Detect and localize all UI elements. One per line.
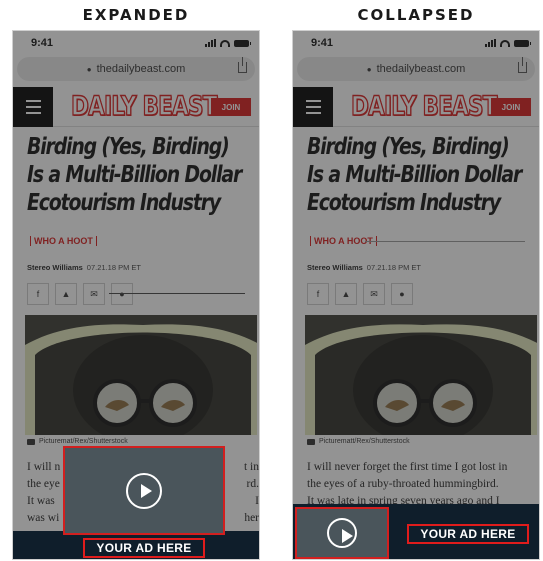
photo-caption: Picturematt/Rex/Shutterstock — [307, 438, 410, 445]
article-photo — [25, 315, 257, 435]
hummingbird-engraving-image — [305, 315, 537, 435]
phone-collapsed: 9:41 ● thedailybeast.com DAILY BEAST JOI… — [292, 30, 540, 560]
byline: Stereo Williams 07.21.18 PM ET — [27, 263, 141, 272]
reddit-icon[interactable]: ● — [111, 283, 133, 305]
url-text: thedailybeast.com — [376, 63, 466, 75]
lock-icon: ● — [366, 64, 372, 74]
publish-date: 07.21.18 PM ET — [86, 263, 141, 272]
signal-icon — [205, 39, 216, 47]
battery-icon — [234, 39, 251, 47]
publish-date: 07.21.18 PM ET — [366, 263, 421, 272]
battery-icon — [514, 39, 531, 47]
article-photo — [305, 315, 537, 435]
status-time: 9:41 — [31, 37, 54, 49]
status-bar: 9:41 — [13, 31, 259, 55]
join-button[interactable]: JOIN — [211, 98, 251, 116]
phone-expanded: 9:41 ● thedailybeast.com DAILY BEAST JOI… — [12, 30, 260, 560]
share-icon[interactable] — [238, 57, 247, 73]
hamburger-icon[interactable] — [293, 87, 333, 127]
facebook-icon[interactable]: f — [307, 283, 329, 305]
photo-caption: Picturemat/Rex/Shutterstock — [27, 438, 128, 445]
share-buttons: f ▲ ✉ ● — [27, 283, 133, 305]
url-text: thedailybeast.com — [96, 63, 186, 75]
wifi-icon — [500, 39, 510, 47]
author-name[interactable]: Stereo Williams — [27, 263, 83, 272]
video-ad-expanded[interactable] — [63, 446, 225, 535]
author-name[interactable]: Stereo Williams — [307, 263, 363, 272]
ad-placeholder[interactable]: YOUR AD HERE — [407, 524, 529, 544]
join-button[interactable]: JOIN — [491, 98, 531, 116]
kicker-divider — [365, 241, 525, 242]
share-icon[interactable] — [518, 57, 527, 73]
play-icon[interactable] — [126, 472, 162, 509]
wifi-icon — [220, 39, 230, 47]
signal-icon — [485, 39, 496, 47]
hamburger-icon[interactable] — [13, 87, 53, 127]
reddit-icon[interactable]: ● — [391, 283, 413, 305]
site-logo[interactable]: DAILY BEAST — [70, 90, 218, 123]
camera-icon — [307, 438, 315, 445]
site-header: DAILY BEAST JOIN — [13, 87, 259, 127]
lock-icon: ● — [86, 64, 92, 74]
video-ad-collapsed[interactable] — [295, 507, 389, 559]
article-headline: Birding (Yes, Birding) Is a Multi-Billio… — [307, 134, 522, 216]
url-bar[interactable]: ● thedailybeast.com — [17, 57, 255, 81]
byline: Stereo Williams 07.21.18 PM ET — [307, 263, 421, 272]
status-bar: 9:41 — [293, 31, 539, 55]
share-buttons: f ▲ ✉ ● — [307, 283, 413, 305]
site-header: DAILY BEAST JOIN — [293, 87, 539, 127]
expanded-label: EXPANDED — [82, 6, 190, 24]
share-divider — [109, 293, 245, 294]
site-logo[interactable]: DAILY BEAST — [350, 90, 498, 123]
article-headline: Birding (Yes, Birding) Is a Multi-Billio… — [27, 134, 242, 216]
play-icon[interactable] — [327, 518, 357, 548]
url-bar[interactable]: ● thedailybeast.com — [297, 57, 535, 81]
status-time: 9:41 — [311, 37, 334, 49]
twitter-icon[interactable]: ▲ — [335, 283, 357, 305]
camera-icon — [27, 438, 35, 445]
twitter-icon[interactable]: ▲ — [55, 283, 77, 305]
hummingbird-engraving-image — [25, 315, 257, 435]
email-icon[interactable]: ✉ — [83, 283, 105, 305]
email-icon[interactable]: ✉ — [363, 283, 385, 305]
article-kicker[interactable]: WHO A HOOT — [27, 236, 100, 246]
facebook-icon[interactable]: f — [27, 283, 49, 305]
article-body: I will never forget the first time I got… — [307, 461, 508, 507]
ad-placeholder[interactable]: YOUR AD HERE — [83, 538, 205, 558]
collapsed-label: COLLAPSED — [357, 6, 475, 24]
